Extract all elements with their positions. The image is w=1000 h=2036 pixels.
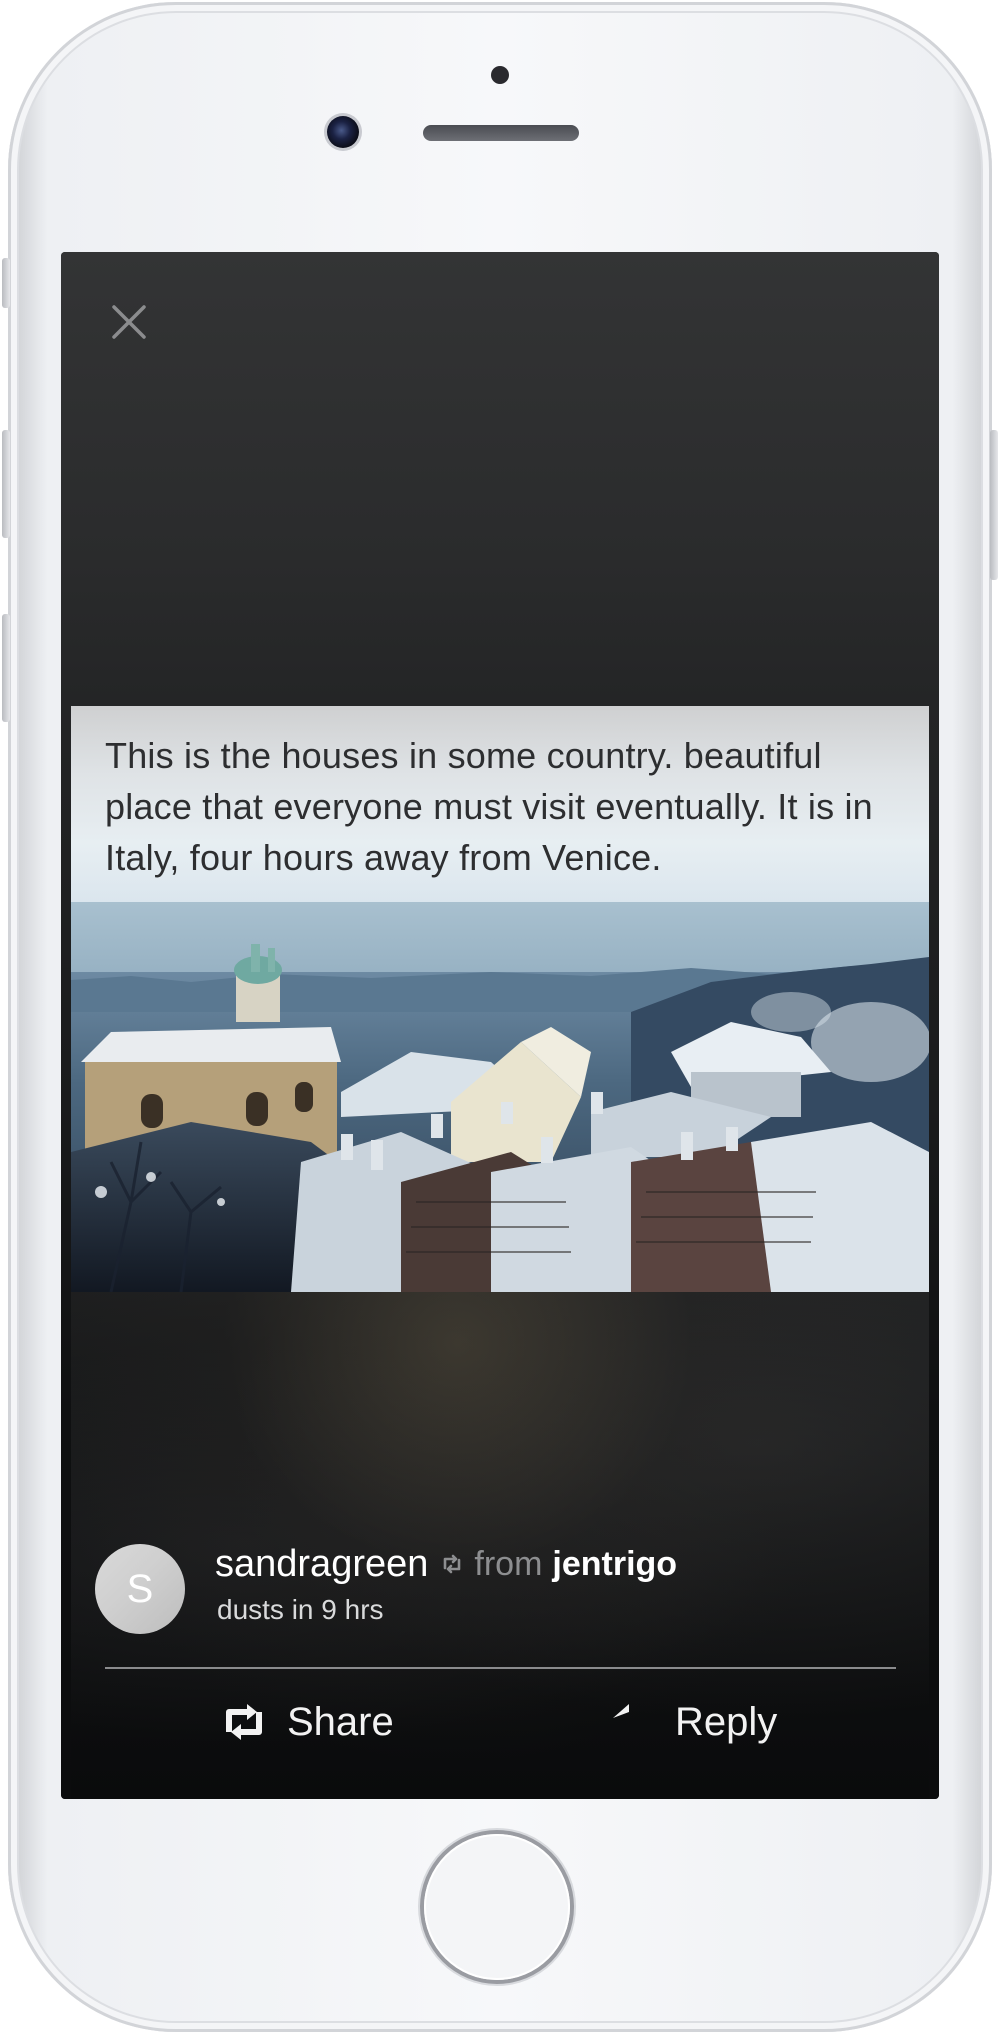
- repost-icon: [440, 1552, 464, 1576]
- home-button[interactable]: [424, 1834, 570, 1980]
- avatar-initial: S: [126, 1567, 154, 1611]
- power-button: [990, 430, 998, 580]
- reply-button[interactable]: Reply: [611, 1680, 777, 1764]
- proximity-sensor: [491, 66, 509, 84]
- from-label: from: [474, 1544, 543, 1583]
- share-label: Share: [287, 1699, 394, 1744]
- avatar[interactable]: S: [95, 1544, 185, 1634]
- front-camera: [327, 116, 359, 148]
- silent-switch: [2, 258, 10, 308]
- share-icon: [221, 1702, 267, 1742]
- expiry-text: dusts in 9 hrs: [217, 1594, 384, 1625]
- close-button[interactable]: [109, 302, 149, 342]
- post-caption-card: This is the houses in some country. beau…: [71, 706, 929, 902]
- reply-label: Reply: [675, 1699, 778, 1744]
- volume-up-button: [2, 430, 10, 538]
- volume-down-button: [2, 614, 10, 722]
- username[interactable]: sandragreen: [215, 1543, 428, 1586]
- reply-icon: [611, 1702, 655, 1742]
- city-rooftops-photo: [71, 902, 929, 1292]
- source-username[interactable]: jentrigo: [552, 1545, 677, 1584]
- share-button[interactable]: Share: [221, 1680, 394, 1764]
- screen: This is the houses in some country. beau…: [61, 252, 939, 1799]
- divider: [105, 1667, 896, 1669]
- close-icon: [112, 305, 146, 339]
- author-line: sandragreen from jentrigo: [215, 1540, 677, 1588]
- post-caption: This is the houses in some country. beau…: [105, 735, 873, 878]
- earpiece-speaker: [423, 125, 579, 141]
- post-photo[interactable]: [71, 902, 929, 1292]
